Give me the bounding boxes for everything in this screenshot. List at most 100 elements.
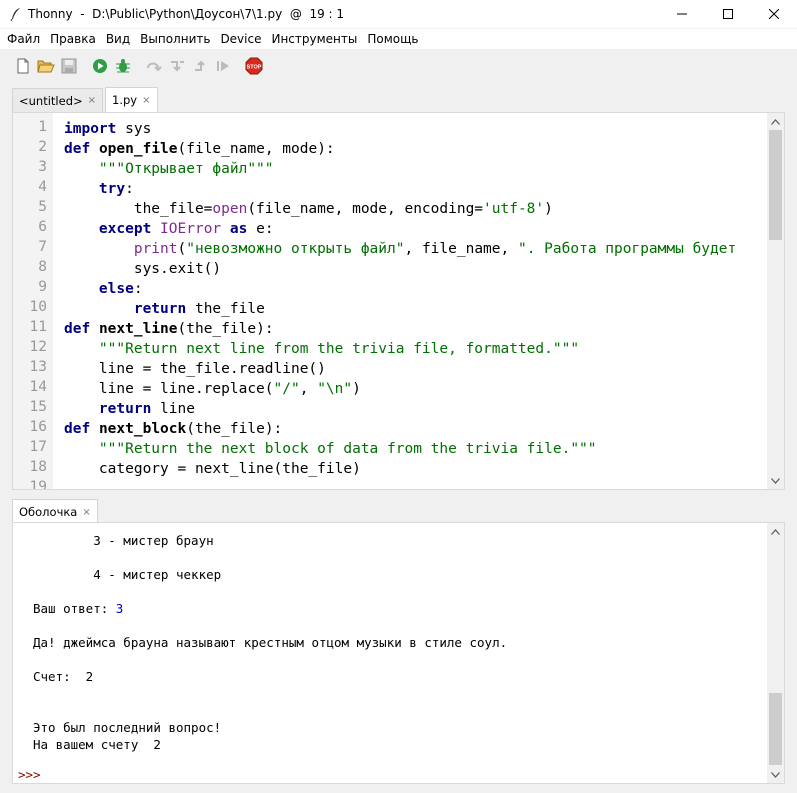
code-token: : xyxy=(125,181,134,197)
scroll-up-arrow-icon[interactable] xyxy=(767,113,784,130)
menu-tools[interactable]: Инструменты xyxy=(266,29,362,49)
code-line: """Открывает файл""" xyxy=(64,159,274,179)
run-icon xyxy=(93,59,107,73)
code-token: line xyxy=(151,401,195,417)
line-number: 9 xyxy=(38,279,47,295)
menu-run[interactable]: Выполнить xyxy=(135,29,215,49)
close-tab-icon[interactable]: × xyxy=(142,95,150,106)
code-token: line = the_file.readline() xyxy=(64,361,326,377)
code-line: except IOError as e: xyxy=(64,219,274,239)
menu-edit[interactable]: Правка xyxy=(45,29,101,49)
code-line: """Return the next block of data from th… xyxy=(64,439,597,459)
maximize-button[interactable] xyxy=(705,0,751,28)
line-number: 4 xyxy=(38,179,47,195)
close-tab-icon[interactable]: × xyxy=(88,95,96,106)
save-icon xyxy=(61,58,77,74)
code-token: print xyxy=(133,241,178,257)
scroll-up-arrow-icon[interactable] xyxy=(767,523,784,540)
code-line: sys.exit() xyxy=(64,259,221,279)
close-tab-icon[interactable]: × xyxy=(82,507,90,518)
tab-untitled[interactable]: <untitled> × xyxy=(12,88,104,112)
line-number: 7 xyxy=(38,239,47,255)
code-line: line = line.replace("/", "\n") xyxy=(64,379,361,399)
resume-button[interactable] xyxy=(212,55,234,77)
run-button[interactable] xyxy=(89,55,111,77)
code-token: e: xyxy=(247,221,274,237)
scroll-down-arrow-icon[interactable] xyxy=(767,472,784,489)
code-line: def open_file(file_name, mode): xyxy=(64,139,335,159)
line-number: 15 xyxy=(29,399,47,415)
shell-output-line: Ваш ответ: 3 xyxy=(33,601,123,616)
shell-scrollbar[interactable] xyxy=(767,523,784,783)
shell-output-line: 3 - мистер браун xyxy=(33,533,214,548)
menu-file[interactable]: Файл xyxy=(2,29,45,49)
save-button[interactable] xyxy=(58,55,80,77)
code-token: IOError xyxy=(160,221,222,237)
code-token: sys xyxy=(116,121,152,137)
debug-icon xyxy=(116,59,130,73)
scrollbar-thumb[interactable] xyxy=(769,693,782,765)
code-token: try xyxy=(98,181,126,197)
code-token: def xyxy=(64,421,91,437)
debug-button[interactable] xyxy=(112,55,134,77)
stop-button[interactable]: STOP xyxy=(243,55,265,77)
close-window-button[interactable] xyxy=(751,0,797,28)
line-number: 10 xyxy=(29,299,47,315)
code-editor[interactable]: 1 2 3 4 5 6 7 8 9 10 11 12 13 14 15 16 17 18 19 import sys… xyxy=(12,112,785,490)
line-number: 12 xyxy=(29,339,47,355)
shell-tabs: Оболочка × xyxy=(12,499,100,524)
step-into-button[interactable] xyxy=(166,55,188,77)
code-area[interactable]: import sys def open_file(file_name, mode)… xyxy=(64,113,766,489)
tab-label: Оболочка xyxy=(19,505,78,519)
step-over-icon xyxy=(147,62,162,72)
menu-device[interactable]: Device xyxy=(215,29,266,49)
code-line: def next_line(the_file): xyxy=(64,319,274,339)
step-out-button[interactable] xyxy=(189,55,211,77)
code-token: """Return the next block of data from th… xyxy=(98,441,597,457)
menu-help[interactable]: Помощь xyxy=(362,29,423,49)
scroll-down-arrow-icon[interactable] xyxy=(767,766,784,783)
code-line: line = the_file.readline() xyxy=(64,359,326,379)
code-token: (the_file): xyxy=(186,421,283,437)
code-line: import sys xyxy=(64,119,151,139)
scrollbar-thumb[interactable] xyxy=(769,130,782,240)
code-token: next_line xyxy=(98,321,178,337)
code-token: (the_file): xyxy=(177,321,274,337)
open-file-button[interactable] xyxy=(35,55,57,77)
code-token: """Return next line from the trivia file… xyxy=(98,341,580,357)
shell-output-line: Да! джеймса брауна называют крестным отц… xyxy=(33,635,508,650)
line-number: 6 xyxy=(38,219,47,235)
open-file-icon xyxy=(37,60,55,73)
tab-1-py[interactable]: 1.py × xyxy=(105,87,158,112)
editor-tabs: <untitled> × 1.py × xyxy=(12,87,160,112)
code-token: , xyxy=(299,381,318,397)
tab-shell[interactable]: Оболочка × xyxy=(12,499,98,524)
code-token: """Открывает файл""" xyxy=(98,161,274,177)
line-number: 14 xyxy=(29,379,47,395)
code-token: else xyxy=(98,281,134,297)
code-token: sys.exit() xyxy=(64,261,222,277)
shell-output-line: 4 - мистер чеккер xyxy=(33,567,222,582)
code-token: "\n" xyxy=(317,381,353,397)
shell-console[interactable]: 3 - мистер браун 4 - мистер чеккер Ваш о… xyxy=(12,522,785,784)
new-file-button[interactable] xyxy=(12,55,34,77)
line-number: 19 xyxy=(29,479,47,490)
menu-bar: Файл Правка Вид Выполнить Device Инструм… xyxy=(0,29,797,49)
shell-prompt[interactable]: >>> xyxy=(18,767,41,782)
menu-view[interactable]: Вид xyxy=(101,29,135,49)
minimize-icon xyxy=(677,13,687,15)
step-over-button[interactable] xyxy=(143,55,165,77)
title-bar: Thonny - D:\Public\Python\Доусон\7\1.py … xyxy=(0,0,797,28)
editor-scrollbar[interactable] xyxy=(767,113,784,489)
minimize-button[interactable] xyxy=(659,0,705,28)
tab-label: 1.py xyxy=(112,93,138,107)
line-number: 1 xyxy=(38,119,47,135)
code-token: (file_name, mode, encoding= xyxy=(247,201,484,217)
